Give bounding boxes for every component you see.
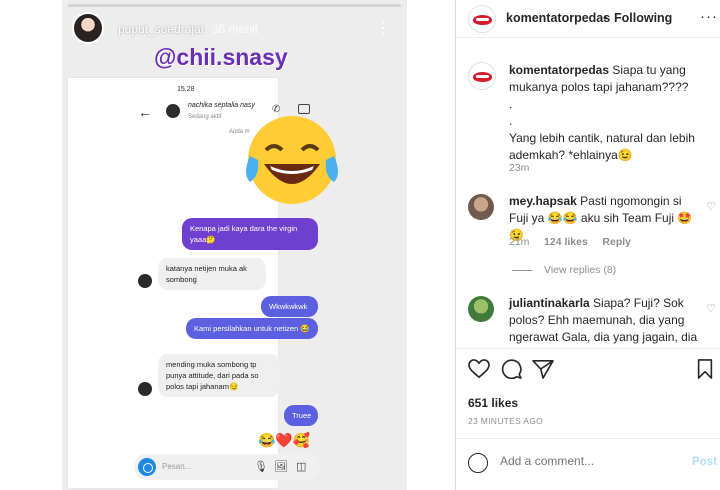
like-comment-heart-icon[interactable]: ♡	[706, 302, 716, 315]
post-comment-button[interactable]: Post	[692, 456, 717, 468]
chat-message: mending muka sombong tp punya attitude, …	[158, 354, 280, 397]
caption-username[interactable]: komentatorpedas	[509, 63, 609, 77]
post-time[interactable]: 23 MINUTES AGO	[468, 416, 543, 426]
chat-reactions: 😂❤️🥰	[258, 432, 311, 448]
account-username[interactable]: komentatorpedas	[506, 11, 610, 25]
like-comment-heart-icon[interactable]: ♡	[706, 200, 716, 213]
gallery-icon: 🖼	[274, 461, 288, 473]
chat-message: Kenapa jadi kaya dara the virgin yaaa🤔	[182, 218, 318, 250]
bookmark-icon[interactable]	[696, 359, 714, 379]
chat-composer-placeholder: Pesan...	[162, 462, 192, 471]
replies-line	[512, 269, 532, 271]
story-username: puput_soedrajat	[118, 22, 205, 36]
comment-username[interactable]: mey.hapsak	[509, 194, 577, 208]
caption-line: .	[509, 97, 513, 111]
caption-avatar[interactable]	[468, 62, 496, 90]
emoji-smiley-icon[interactable]	[468, 453, 488, 473]
back-arrow-icon: ←	[138, 104, 152, 120]
chat-message: Truee	[284, 405, 318, 426]
more-options-icon[interactable]: ···	[700, 8, 718, 25]
caption-time[interactable]: 23m	[509, 162, 529, 174]
caption-line: Yang lebih cantik, natural dan lebih ade…	[509, 131, 695, 162]
post-header: komentatorpedas • Following ···	[456, 0, 720, 38]
comment-meta: 21m 124 likes Reply	[509, 236, 631, 248]
account-avatar[interactable]	[468, 5, 496, 33]
comment-username[interactable]: juliantinakarla	[509, 296, 590, 310]
story-time: 36 menit	[212, 22, 259, 36]
chat-avatar-small	[138, 274, 152, 288]
add-comment-input[interactable]	[500, 454, 680, 468]
chat-message: Wkwkwkwk	[261, 296, 318, 317]
mic-icon: 🎙	[254, 461, 268, 473]
teeth-shape	[476, 75, 489, 78]
chat-avatar	[166, 104, 180, 118]
comment-likes[interactable]: 124 likes	[544, 236, 588, 248]
chat-avatar-small	[138, 382, 152, 396]
teeth-shape	[476, 18, 489, 21]
view-replies-button[interactable]: View replies (8)	[512, 264, 616, 276]
commenter-avatar[interactable]	[468, 296, 494, 322]
share-paper-plane-icon[interactable]	[532, 359, 554, 379]
story-progress-bar	[68, 4, 401, 7]
chat-message: katanya netijen muka ak sombong	[158, 258, 266, 290]
post-actions	[456, 348, 720, 390]
story-mention: @chii.snasy	[154, 44, 288, 70]
more-icon: ⋮	[375, 20, 391, 37]
comment-icon[interactable]	[500, 359, 522, 379]
add-comment-row: Post	[456, 438, 720, 488]
phone-status-time: 15.28	[177, 86, 195, 93]
post-media: puput_soedrajat 36 menit ⋮ @chii.snasy 1…	[0, 0, 455, 490]
story-avatar	[72, 12, 104, 44]
camera-icon	[138, 458, 156, 476]
caption-line: .	[509, 114, 513, 128]
post-panel: komentatorpedas • Following ··· komentat…	[456, 0, 720, 490]
laughing-emoji-icon	[246, 116, 338, 204]
commenter-avatar[interactable]	[468, 194, 494, 220]
comment-time[interactable]: 21m	[509, 236, 529, 248]
comments-list[interactable]: komentatorpedas Siapa tu yang mukanya po…	[456, 40, 720, 348]
view-replies-label: View replies (8)	[544, 264, 617, 276]
likes-count[interactable]: 651 likes	[468, 396, 518, 410]
following-button[interactable]: Following	[614, 11, 672, 25]
reply-button[interactable]: Reply	[602, 236, 631, 248]
chat-message: Kami persilahkan untuk netizen 😂	[186, 318, 318, 339]
chat-status: Sedang aktif	[188, 114, 222, 120]
separator-dot: •	[603, 11, 608, 25]
like-heart-icon[interactable]	[468, 359, 490, 379]
sticker-icon: ◫	[296, 461, 307, 473]
